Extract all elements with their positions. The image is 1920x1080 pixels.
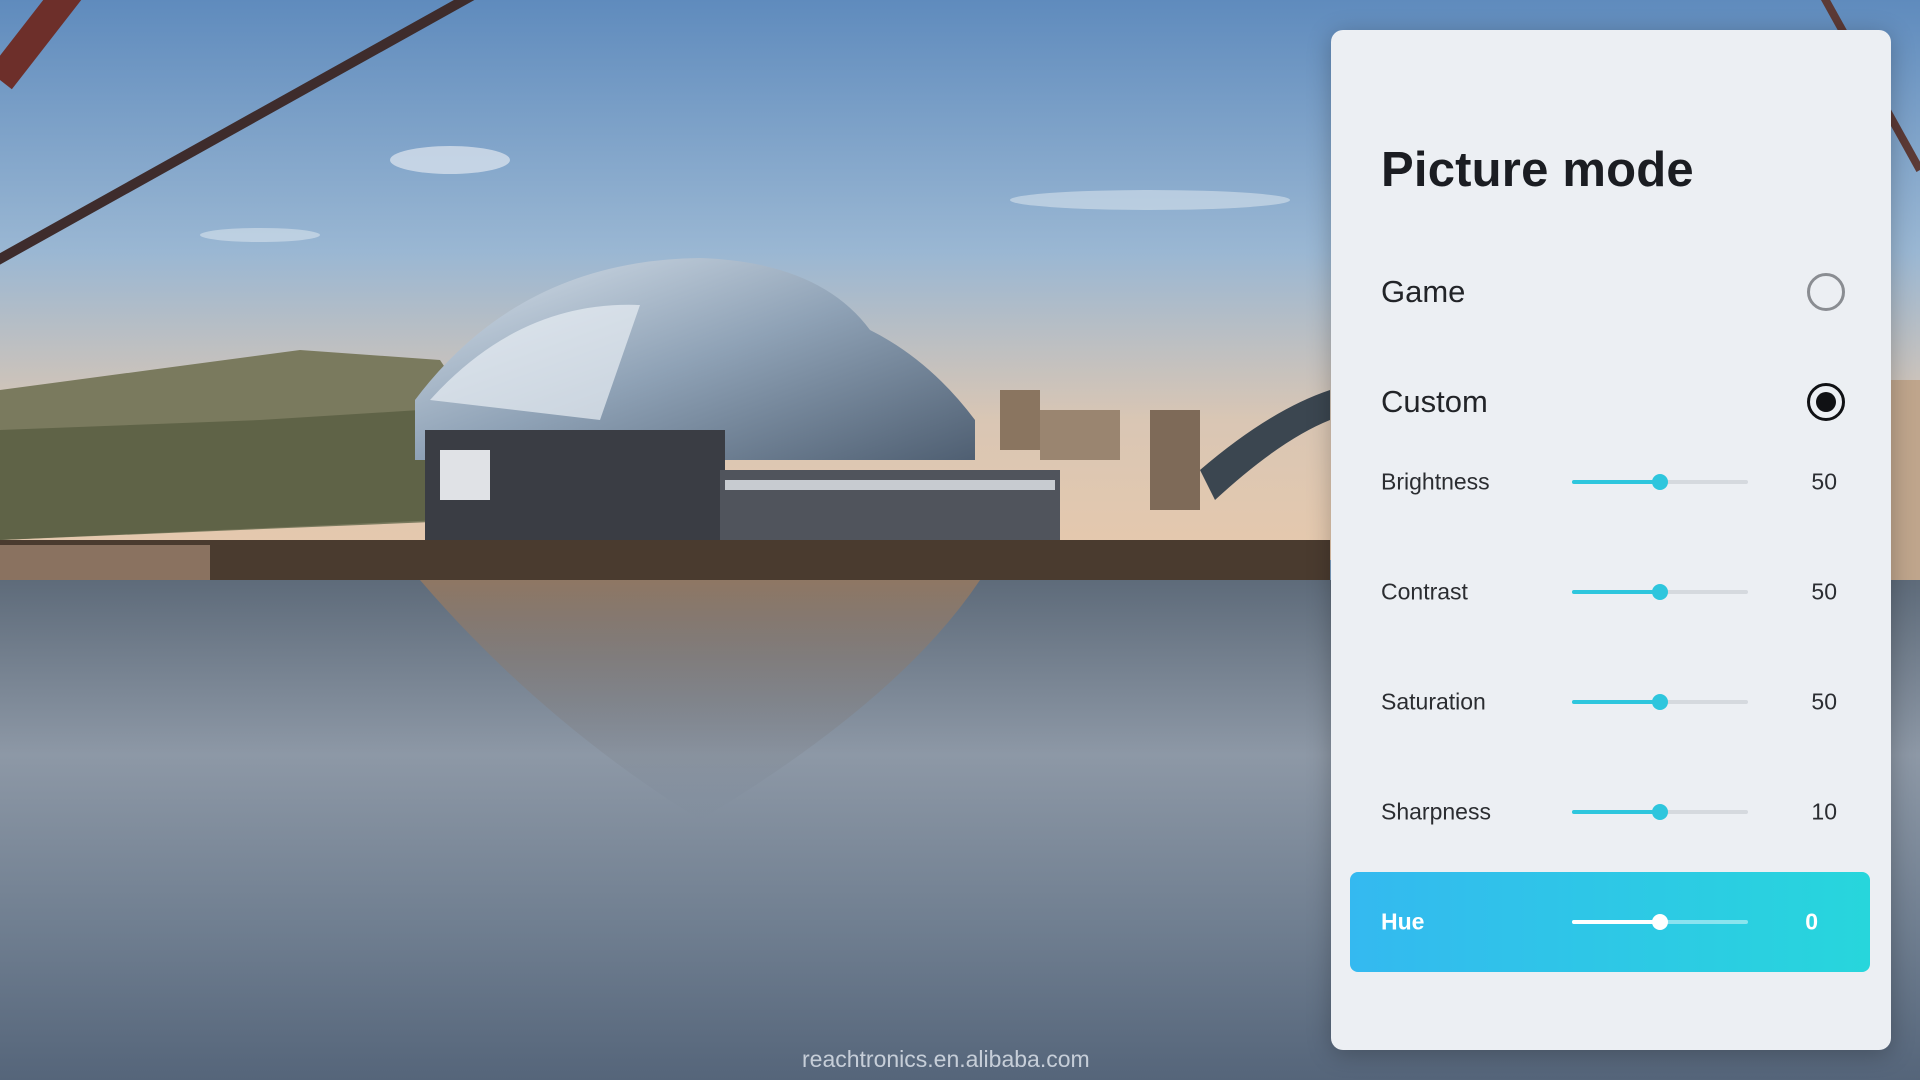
mode-option-custom[interactable]: Custom [1381,372,1851,432]
mode-option-game[interactable]: Game [1381,262,1851,322]
slider-fill [1572,700,1660,704]
setting-label: Contrast [1381,578,1468,605]
picture-mode-panel: Picture mode Game Custom Brightness 50 C… [1331,30,1891,1050]
tv-screen: Picture mode Game Custom Brightness 50 C… [0,0,1920,1080]
slider-thumb[interactable] [1652,474,1668,490]
setting-value: 50 [1811,468,1837,495]
slider-fill [1572,810,1660,814]
brightness-slider[interactable] [1572,474,1748,490]
setting-label: Saturation [1381,688,1486,715]
slider-thumb[interactable] [1652,914,1668,930]
setting-sharpness[interactable]: Sharpness 10 [1350,762,1870,862]
slider-thumb[interactable] [1652,804,1668,820]
radio-unchecked-icon[interactable] [1807,273,1845,311]
radio-checked-icon[interactable] [1807,383,1845,421]
sharpness-slider[interactable] [1572,804,1748,820]
setting-hue[interactable]: Hue 0 [1350,872,1870,972]
setting-value: 50 [1811,578,1837,605]
setting-value: 50 [1811,688,1837,715]
setting-label: Brightness [1381,468,1490,495]
slider-thumb[interactable] [1652,584,1668,600]
setting-saturation[interactable]: Saturation 50 [1350,652,1870,752]
setting-brightness[interactable]: Brightness 50 [1350,432,1870,532]
mode-label: Game [1381,274,1466,309]
slider-fill [1572,590,1660,594]
setting-label: Sharpness [1381,798,1491,825]
setting-value: 0 [1805,908,1818,935]
slider-thumb[interactable] [1652,694,1668,710]
contrast-slider[interactable] [1572,584,1748,600]
mode-label: Custom [1381,384,1488,419]
setting-value: 10 [1811,798,1837,825]
setting-label: Hue [1381,908,1425,935]
setting-contrast[interactable]: Contrast 50 [1350,542,1870,642]
watermark-text: reachtronics.en.alibaba.com [802,1046,1090,1072]
saturation-slider[interactable] [1572,694,1748,710]
hue-slider[interactable] [1572,914,1748,930]
panel-title: Picture mode [1381,143,1694,197]
slider-fill [1572,920,1660,924]
slider-fill [1572,480,1660,484]
